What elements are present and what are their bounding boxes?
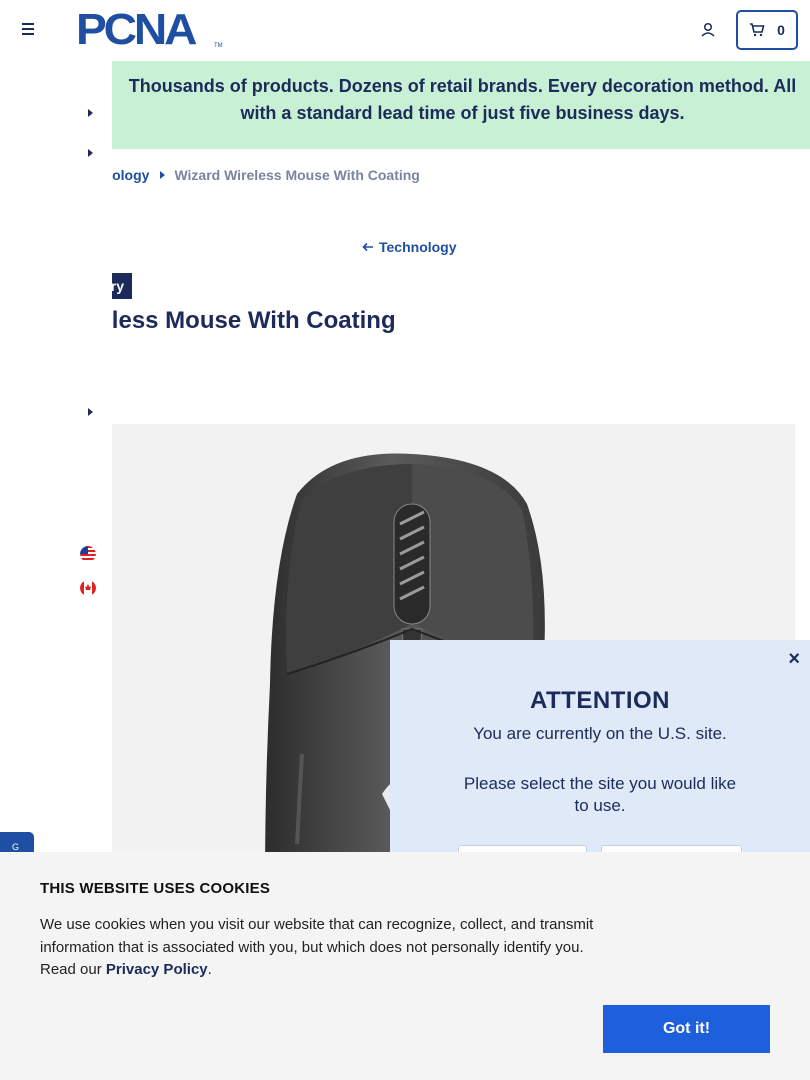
promo-banner: Thousands of products. Dozens of retail …: [95, 61, 810, 149]
cookie-period: .: [207, 961, 212, 978]
canada-flag-icon[interactable]: [80, 580, 96, 596]
cart-button[interactable]: 0: [736, 10, 798, 50]
cookie-text: We use cookies when you visit our websit…: [40, 914, 600, 982]
privacy-policy-link[interactable]: Privacy Policy: [106, 961, 208, 978]
dialog-title: ATTENTION: [529, 687, 671, 714]
nav-expand-arrow-icon[interactable]: [88, 109, 93, 117]
account-icon[interactable]: [699, 21, 717, 39]
breadcrumb-separator-icon: [160, 171, 166, 179]
dialog-message: You are currently on the U.S. site.: [473, 724, 727, 743]
nav-expand-arrow-icon[interactable]: [88, 149, 93, 157]
close-icon[interactable]: ×: [788, 648, 800, 671]
nav-expand-arrow-icon[interactable]: [88, 408, 93, 416]
back-to-category-link[interactable]: Technology: [362, 239, 457, 255]
cookie-banner: THIS WEBSITE USES COOKIES We use cookies…: [0, 852, 810, 1080]
us-flag-icon[interactable]: [80, 546, 96, 562]
cart-icon: [750, 23, 765, 37]
site-selection-dialog: × ATTENTION You are currently on the U.S…: [390, 640, 810, 880]
cart-count: 0: [777, 22, 785, 38]
back-link-label: Technology: [379, 239, 457, 255]
breadcrumb: hnology Wizard Wireless Mouse With Coati…: [95, 167, 420, 183]
site-header: PCNA TM 0: [0, 0, 810, 60]
cookie-title: THIS WEBSITE USES COOKIES: [40, 880, 271, 897]
dialog-instruction: Please select the site you would like to…: [463, 774, 737, 815]
promo-text: Thousands of products. Dozens of retail …: [128, 76, 797, 123]
menu-icon[interactable]: [18, 19, 38, 39]
logo-trademark: TM: [214, 43, 223, 49]
arrow-left-icon: [362, 242, 373, 252]
breadcrumb-current: Wizard Wireless Mouse With Coating: [174, 167, 420, 183]
pcna-logo[interactable]: PCNA: [76, 8, 197, 52]
accept-cookies-button[interactable]: Got it!: [603, 1005, 770, 1053]
